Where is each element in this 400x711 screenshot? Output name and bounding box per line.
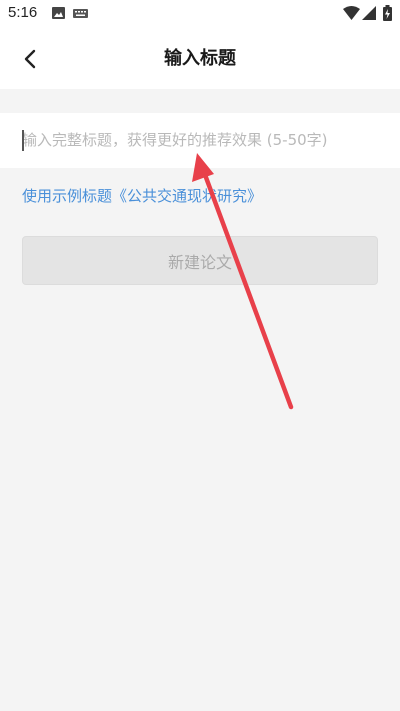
text-caret	[22, 130, 24, 151]
battery-charging-icon	[383, 5, 392, 21]
page-title: 输入标题	[164, 48, 236, 69]
title-input[interactable]	[22, 127, 382, 153]
signal-icon	[362, 6, 376, 20]
title-input-container	[0, 113, 400, 168]
app-bar: 输入标题	[0, 27, 400, 89]
annotation-arrow	[192, 153, 294, 410]
create-paper-button[interactable]: 新建论文	[22, 236, 378, 285]
example-title-link[interactable]: 使用示例标题《公共交通现状研究》	[22, 185, 262, 206]
status-time: 5:16	[8, 4, 38, 21]
wifi-icon	[343, 6, 360, 20]
status-bar: 5:16	[0, 0, 400, 27]
annotation-arrow-shaft	[201, 169, 294, 410]
keyboard-icon	[73, 9, 88, 18]
image-icon	[52, 7, 65, 19]
